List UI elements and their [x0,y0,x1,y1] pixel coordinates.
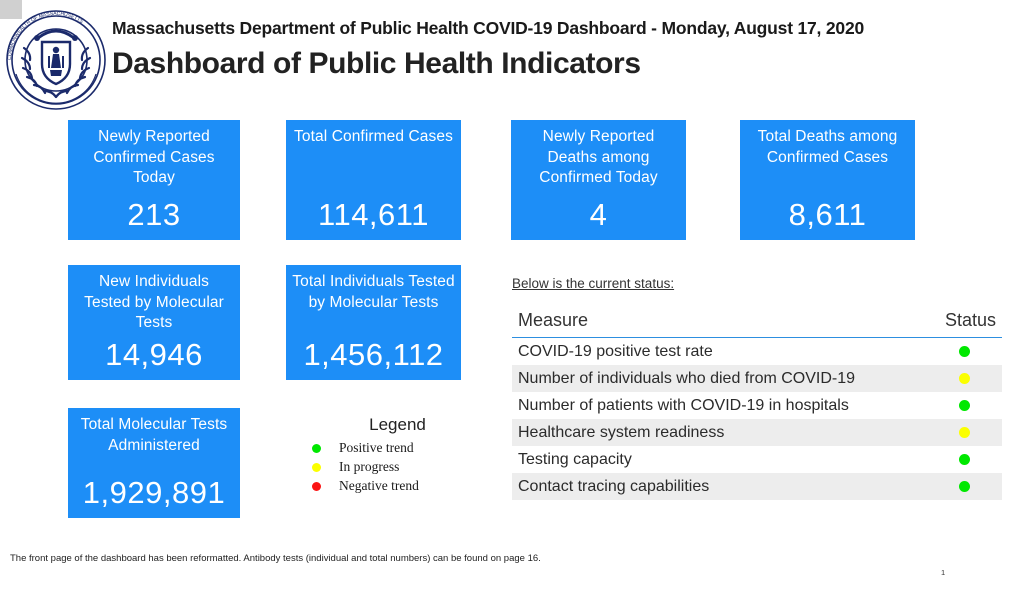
page-number: 1 [941,568,946,577]
dashboard-page: COMMONWEALTH OF MASSACHUSETTS Massachuse… [0,0,1020,604]
metric-label: Newly Reported Deaths among Confirmed To… [539,128,658,187]
metric-value: 114,611 [318,197,429,232]
green-dot-icon [312,443,321,453]
metric-label: Newly Reported Confirmed Cases Today [93,128,215,187]
metric-label: Total Deaths among Confirmed Cases [757,128,898,166]
status-table-header: Measure Status [512,310,1002,338]
status-badge [959,400,970,411]
metric-label: Total Confirmed Cases [294,128,453,145]
status-badge [959,373,970,384]
metric-value: 213 [127,197,181,232]
status-badge [959,346,970,357]
measure-label: Testing capacity [518,450,632,468]
legend-item-label: Positive trend [339,440,414,455]
status-badge [959,427,970,438]
red-dot-icon [312,481,321,491]
measure-label: Number of patients with COVID-19 in hosp… [518,396,849,414]
legend-item-label: Negative trend [339,478,419,493]
table-row: Contact tracing capabilities [512,473,1002,500]
metric-value: 8,611 [788,197,867,232]
metric-label: New Individuals Tested by Molecular Test… [84,273,224,332]
column-header-status: Status [944,310,996,330]
metric-tile-new-confirmed-cases: Newly Reported Confirmed Cases Today 213 [68,120,240,240]
table-row: COVID-19 positive test rate [512,338,1002,365]
status-badge [959,481,970,492]
measure-label: Number of individuals who died from COVI… [518,369,856,387]
legend-item-in-progress: In progress [300,459,485,475]
metric-label: Total Individuals Tested by Molecular Te… [292,273,455,311]
table-row: Number of patients with COVID-19 in hosp… [512,392,1002,419]
metric-value: 1,456,112 [303,337,444,372]
metric-tile-total-molecular-tests: Total Molecular Tests Administered 1,929… [68,408,240,518]
table-row: Number of individuals who died from COVI… [512,365,1002,392]
metric-value: 4 [589,197,608,232]
table-row: Healthcare system readiness [512,419,1002,446]
page-header: Massachusetts Department of Public Healt… [112,18,992,81]
metric-tile-total-deaths: Total Deaths among Confirmed Cases 8,611 [740,120,915,240]
column-header-measure: Measure [518,310,589,330]
status-badge [959,454,970,465]
dashboard-subtitle: Massachusetts Department of Public Healt… [112,18,865,38]
measure-label: Healthcare system readiness [518,423,725,441]
status-table: Measure Status COVID-19 positive test ra… [512,310,1002,500]
metric-value: 1,929,891 [82,475,226,510]
legend-item-label: In progress [339,459,400,474]
legend-item-positive: Positive trend [300,440,485,456]
metric-label: Total Molecular Tests Administered [80,416,228,454]
legend-item-negative: Negative trend [300,478,485,494]
metric-tile-total-confirmed-cases: Total Confirmed Cases 114,611 [286,120,461,240]
ma-dph-seal-icon: COMMONWEALTH OF MASSACHUSETTS [4,8,108,112]
legend-title: Legend [369,415,426,434]
metric-tile-new-individuals-tested: New Individuals Tested by Molecular Test… [68,265,240,380]
yellow-dot-icon [312,462,321,472]
legend: Legend Positive trend In progress Negati… [300,415,485,497]
measure-label: COVID-19 positive test rate [518,342,713,360]
page-title: Dashboard of Public Health Indicators [112,47,641,80]
metric-value: 14,946 [105,337,203,372]
status-note: Below is the current status: [512,276,675,291]
footnote: The front page of the dashboard has been… [10,553,541,564]
metric-tile-new-deaths: Newly Reported Deaths among Confirmed To… [511,120,686,240]
metric-tile-total-individuals-tested: Total Individuals Tested by Molecular Te… [286,265,461,380]
measure-label: Contact tracing capabilities [518,477,710,495]
table-row: Testing capacity [512,446,1002,473]
